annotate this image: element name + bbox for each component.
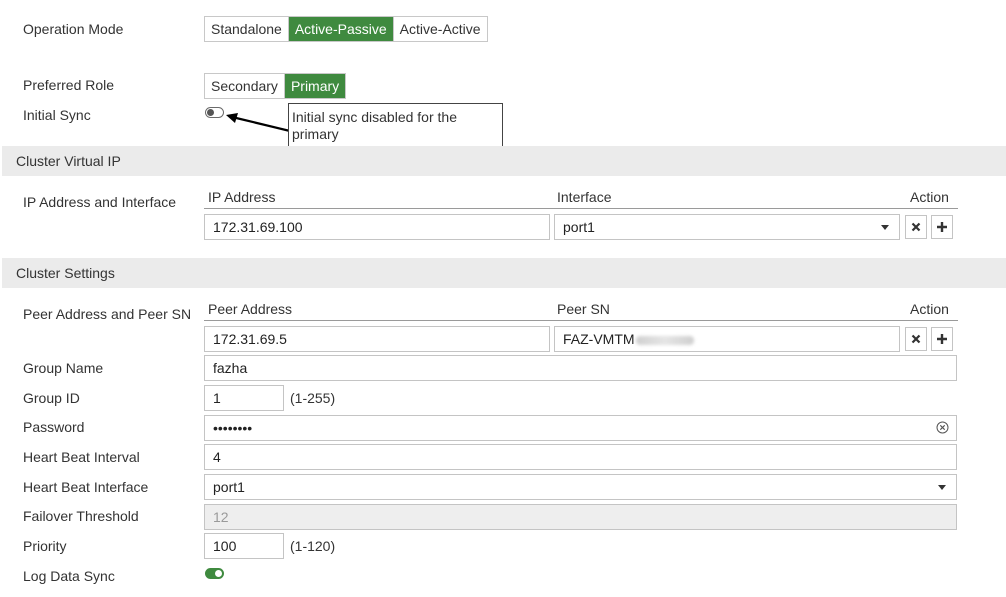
priority-input[interactable]: 100 [204,533,284,559]
select-value: port1 [563,219,595,235]
section-title: Cluster Settings [16,265,115,281]
peer-sn-column-header: Peer SN [557,301,610,317]
log-data-sync-label: Log Data Sync [23,568,115,584]
role-secondary-button[interactable]: Secondary [205,74,285,98]
password-label: Password [23,419,85,435]
chevron-down-icon [938,485,946,490]
section-title: Cluster Virtual IP [16,153,121,169]
initial-sync-label: Initial Sync [23,107,91,123]
add-virtual-ip-button[interactable] [931,215,953,239]
virtual-ip-address-input[interactable]: 172.31.69.100 [204,214,550,240]
password-value: •••••••• [213,420,253,436]
operation-mode-label: Operation Mode [23,21,124,37]
mode-standalone-button[interactable]: Standalone [205,17,289,41]
role-primary-button[interactable]: Primary [284,74,346,98]
interface-column-header: Interface [557,189,612,205]
plus-icon [937,222,947,232]
initial-sync-callout: Initial sync disabled for the primary [288,103,503,151]
ip-address-interface-label: IP Address and Interface [23,194,177,210]
heartbeat-interval-label: Heart Beat Interval [23,449,140,465]
group-name-label: Group Name [23,360,104,376]
peer-sn-input[interactable]: FAZ-VMTM [554,326,900,352]
toggle-knob [215,570,222,577]
password-input[interactable]: •••••••• [204,415,957,441]
preferred-role-selector: Secondary Primary [204,73,347,99]
group-name-input[interactable]: fazha [204,355,957,381]
peer-address-sn-label: Peer Address and Peer SN [23,306,192,322]
redacted-serial [635,335,694,345]
priority-label: Priority [23,538,67,554]
mode-active-active-button[interactable]: Active-Active [394,17,487,41]
table-header-divider [204,208,958,209]
remove-virtual-ip-button[interactable] [905,215,927,239]
group-id-range-hint: (1-255) [290,390,336,406]
remove-peer-button[interactable] [905,327,927,351]
preferred-role-label: Preferred Role [23,77,115,93]
failover-threshold-label: Failover Threshold [23,508,139,524]
group-id-label: Group ID [23,390,80,406]
add-peer-button[interactable] [931,327,953,351]
priority-range-hint: (1-120) [290,538,336,554]
close-icon [911,334,921,344]
close-icon [911,222,921,232]
action-column-header: Action [910,301,949,317]
select-value: port1 [213,479,245,495]
callout-arrow-icon [226,113,291,133]
clear-icon[interactable] [936,421,949,434]
log-data-sync-toggle[interactable] [205,568,224,579]
heartbeat-interface-select[interactable]: port1 [204,474,957,500]
heartbeat-interval-input[interactable]: 4 [204,444,957,470]
heartbeat-interface-label: Heart Beat Interface [23,479,149,495]
failover-threshold-input: 12 [204,504,957,530]
chevron-down-icon [881,225,889,230]
virtual-ip-interface-select[interactable]: port1 [554,214,900,240]
action-column-header: Action [910,189,949,205]
toggle-knob [207,109,214,116]
cluster-virtual-ip-section-header: Cluster Virtual IP [2,146,1006,176]
mode-active-passive-button[interactable]: Active-Passive [288,17,394,41]
group-id-input[interactable]: 1 [204,385,284,411]
peer-sn-value: FAZ-VMTM [563,331,635,347]
operation-mode-selector: Standalone Active-Passive Active-Active [204,16,488,42]
cluster-settings-section-header: Cluster Settings [2,258,1006,288]
plus-icon [937,334,947,344]
table-header-divider [204,320,958,321]
peer-address-column-header: Peer Address [208,301,293,317]
ip-address-column-header: IP Address [208,189,276,205]
peer-address-input[interactable]: 172.31.69.5 [204,326,550,352]
